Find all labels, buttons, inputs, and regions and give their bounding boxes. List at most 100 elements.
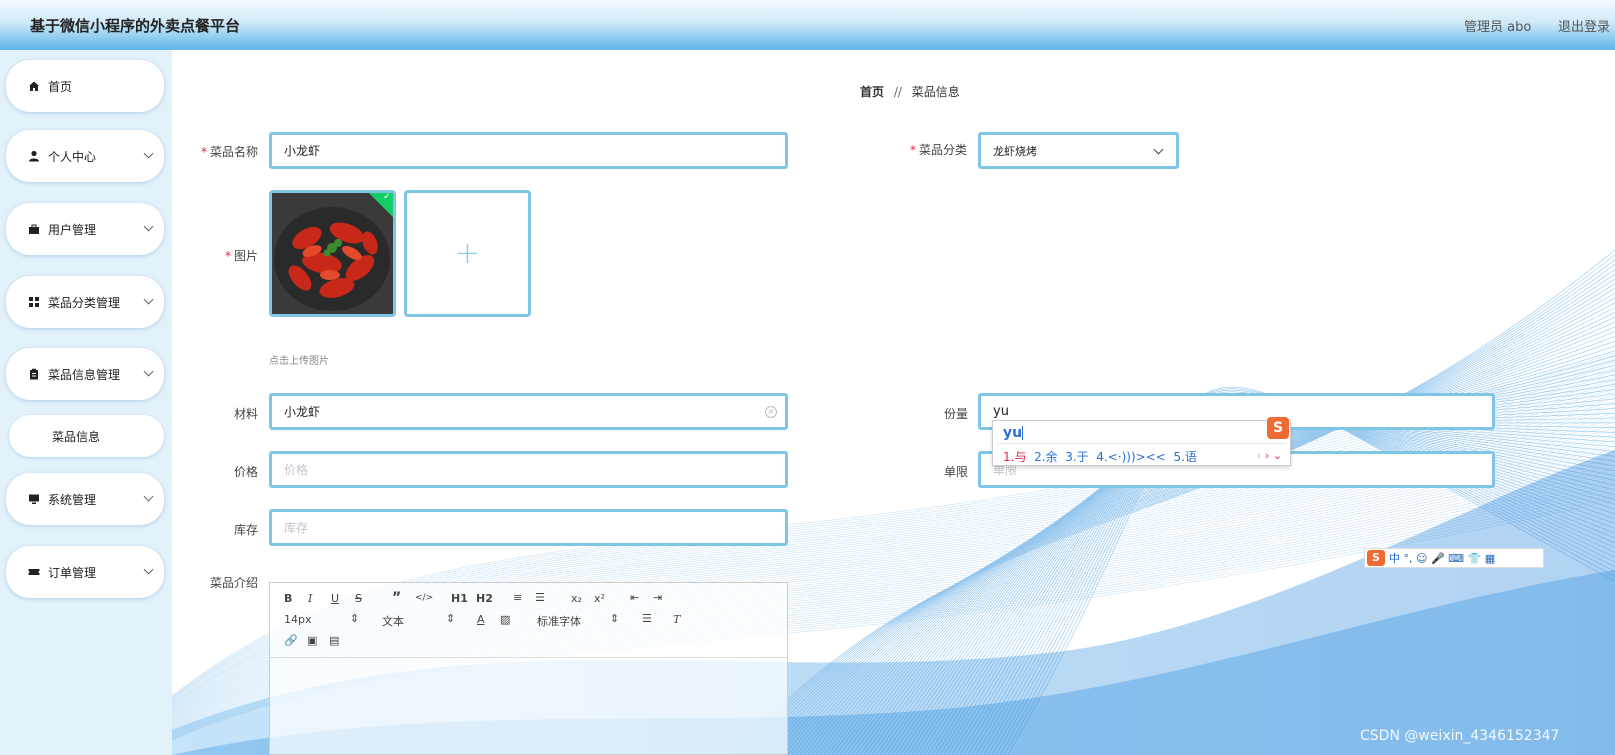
breadcrumb-separator: // (893, 85, 902, 99)
plus-icon: + (454, 236, 481, 271)
strike-button[interactable]: S (355, 592, 362, 605)
subscript-button[interactable]: x₂ (571, 592, 582, 605)
sidebar-item-category-management[interactable]: 菜品分类管理 (6, 276, 164, 328)
category-select[interactable]: 龙虾烧烤 (978, 132, 1179, 169)
ime-candidates[interactable]: 1.与 2.余 3.于 4.<·)))><< 5.语 (1003, 448, 1197, 465)
video-icon[interactable]: ▤ (329, 634, 339, 647)
stock-input[interactable]: 库存 (269, 509, 788, 546)
background-color-icon[interactable]: ▨ (500, 613, 510, 626)
sidebar-item-dish-management[interactable]: 菜品信息管理 (6, 348, 164, 400)
briefcase-icon (28, 223, 40, 235)
ime-toolbar-icons[interactable]: 中 °, ☺ 🎤 ⌨ 👕 ▦ (1389, 550, 1495, 566)
limit-label: 单限 (943, 465, 968, 479)
ime-candidate[interactable]: 4.<·)))><< (1096, 450, 1166, 464)
chevron-down-icon (143, 294, 154, 305)
link-icon[interactable]: 🔗 (284, 634, 298, 647)
sidebar-item-label: 菜品分类管理 (48, 295, 121, 310)
sort-icon: ⇕ (610, 612, 620, 625)
material-input[interactable]: 小龙虾 × (269, 393, 788, 430)
italic-button[interactable]: I (308, 592, 312, 605)
editor-toolbar: B I U S ” </> H1 H2 ≡ ☰ x₂ x² ⇤ ⇥ 14px ⇕… (270, 583, 787, 658)
chevron-down-icon (1153, 144, 1164, 155)
portion-label: 份量 (943, 407, 968, 421)
sidebar-item-label: 系统管理 (48, 492, 97, 507)
grid-icon (28, 296, 40, 308)
sidebar-item-user-management[interactable]: 用户管理 (6, 203, 164, 255)
clipboard-icon (28, 368, 40, 380)
chevron-down-icon (143, 564, 154, 575)
align-button[interactable]: ☰ (642, 612, 652, 625)
sidebar-item-system-management[interactable]: 系统管理 (6, 473, 164, 525)
name-label: * 菜品名称 (200, 145, 258, 159)
sidebar: 首页 个人中心 用户管理 菜品分类管理 菜品信息管理 菜品信息 系统管理 订单管… (0, 50, 172, 755)
crayfish-photo (272, 193, 393, 314)
superscript-button[interactable]: x² (594, 592, 605, 605)
current-user: 管理员 abo (1464, 20, 1532, 35)
check-icon: ✓ (383, 191, 391, 202)
monitor-icon (28, 493, 40, 505)
home-icon (28, 80, 40, 92)
sort-icon: ⇕ (350, 612, 360, 625)
sidebar-item-label: 用户管理 (48, 222, 97, 237)
material-input-value: 小龙虾 (284, 405, 321, 419)
outdent-button[interactable]: ⇤ (630, 591, 639, 604)
user-icon (28, 150, 40, 162)
sidebar-item-home[interactable]: 首页 (6, 60, 164, 112)
ordered-list-button[interactable]: ≡ (513, 591, 522, 604)
code-block-button[interactable]: </> (415, 593, 433, 603)
sidebar-item-personal-center[interactable]: 个人中心 (6, 130, 164, 182)
ime-candidate[interactable]: 3.于 (1065, 450, 1088, 464)
dish-name-input[interactable]: 小龙虾 (269, 132, 788, 169)
ime-candidate-popup: yu S 1.与 2.余 3.于 4.<·)))><< 5.语 ‹ › ⌄ (992, 417, 1291, 466)
chevron-down-icon (143, 148, 154, 159)
blockquote-button[interactable]: ” (392, 590, 401, 606)
dish-image-thumbnail[interactable]: ✓ (269, 190, 396, 317)
sidebar-subitem-dish-info[interactable]: 菜品信息 (9, 415, 164, 457)
clear-icon[interactable]: × (765, 406, 777, 418)
price-label: 价格 (233, 465, 258, 479)
chevron-down-icon (143, 366, 154, 377)
category-label: * 菜品分类 (909, 143, 967, 157)
ime-candidate[interactable]: 2.余 (1034, 450, 1057, 464)
h1-button[interactable]: H1 (451, 592, 468, 605)
h2-button[interactable]: H2 (476, 592, 493, 605)
bullet-list-button[interactable]: ☰ (535, 591, 545, 604)
stock-label: 库存 (233, 523, 258, 537)
category-select-value: 龙虾烧烤 (993, 144, 1037, 158)
image-label: * 图片 (224, 249, 258, 263)
font-color-button[interactable]: A (477, 613, 485, 626)
logout-link[interactable]: 退出登录 (1558, 16, 1610, 35)
material-label: 材料 (233, 407, 258, 421)
breadcrumb-current: 菜品信息 (911, 85, 960, 99)
sidebar-item-label: 个人中心 (48, 149, 97, 164)
sidebar-subitem-label: 菜品信息 (52, 429, 101, 444)
font-size-select[interactable]: 14px (284, 613, 312, 626)
sort-icon: ⇕ (446, 612, 456, 625)
font-family-select[interactable]: 标准字体 (537, 613, 581, 629)
sidebar-item-label: 首页 (48, 79, 73, 94)
ime-status-bar[interactable]: S 中 °, ☺ 🎤 ⌨ 👕 ▦ (1364, 548, 1544, 568)
ime-candidate[interactable]: 1.与 (1003, 450, 1026, 464)
bold-button[interactable]: B (284, 592, 292, 605)
clear-format-button[interactable]: T (673, 613, 680, 626)
price-input[interactable]: 价格 (269, 451, 788, 488)
ime-page-nav[interactable]: ‹ › ⌄ (1257, 449, 1282, 462)
upload-tip: 点击上传图片 (269, 356, 329, 367)
underline-button[interactable]: U (331, 592, 339, 605)
intro-label: 菜品介绍 (209, 576, 258, 590)
rich-text-editor[interactable]: B I U S ” </> H1 H2 ≡ ☰ x₂ x² ⇤ ⇥ 14px ⇕… (269, 582, 788, 755)
sidebar-item-label: 菜品信息管理 (48, 367, 121, 382)
app-title: 基于微信小程序的外卖点餐平台 (30, 17, 241, 35)
breadcrumb: 首页 // 菜品信息 (860, 83, 960, 100)
image-icon[interactable]: ▣ (307, 634, 317, 647)
sidebar-item-order-management[interactable]: 订单管理 (6, 546, 164, 598)
watermark: CSDN @weixin_4346152347 (1360, 728, 1560, 744)
indent-button[interactable]: ⇥ (653, 591, 662, 604)
sogou-logo-icon: S (1367, 550, 1385, 566)
top-header: 基于微信小程序的外卖点餐平台 管理员 abo 退出登录 (0, 0, 1615, 50)
ticket-icon (28, 566, 40, 578)
ime-candidate[interactable]: 5.语 (1173, 450, 1196, 464)
image-upload-button[interactable]: + (404, 190, 531, 317)
text-type-select[interactable]: 文本 (382, 613, 404, 629)
breadcrumb-home[interactable]: 首页 (860, 85, 884, 99)
